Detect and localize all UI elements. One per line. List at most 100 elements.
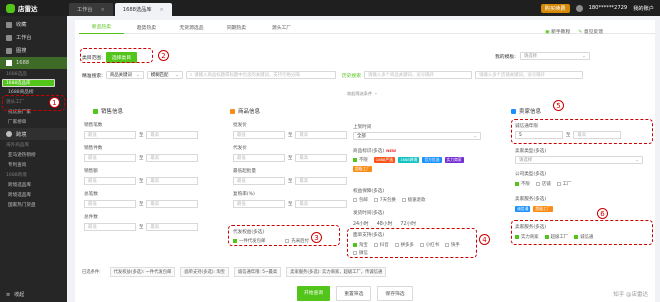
tag-yanxuan[interactable]: 1688严选 bbox=[373, 157, 396, 163]
sales-field-max-input[interactable]: 最高 bbox=[146, 200, 199, 208]
option-free-ship[interactable]: 包邮 bbox=[353, 197, 368, 203]
tag-strength[interactable]: 实力商家 bbox=[444, 157, 464, 163]
selected-chip[interactable]: 卖家服务(多选): 实力商家，超级工厂，传诚信通 bbox=[286, 267, 387, 277]
product-icon bbox=[230, 108, 235, 114]
sidebar-item-label: 图搜 bbox=[16, 48, 27, 54]
tag-official[interactable]: 官方优选 bbox=[422, 157, 442, 163]
selected-chip[interactable]: 代发权益(多选): 一件代发包邮 bbox=[109, 267, 176, 277]
sales-field-max-input[interactable]: 最高 bbox=[146, 177, 199, 185]
sidebar-item-factory-rank[interactable]: 厂家榜单 bbox=[0, 117, 67, 127]
sidebar-collapse[interactable]: ≡ 收起 bbox=[6, 291, 25, 299]
product-field-min-input[interactable]: 最低 bbox=[233, 200, 285, 208]
option-refund[interactable]: 极速退款 bbox=[401, 197, 425, 203]
reset-button[interactable]: 重置筛选 bbox=[336, 286, 372, 301]
sidebar-item-kj-library[interactable]: 跨境选品库 bbox=[0, 180, 67, 190]
tag-kuajing[interactable]: 1688跨境 bbox=[398, 157, 420, 163]
sidebar-item-amazon[interactable]: 亚马逊热销榜 bbox=[0, 150, 67, 160]
shelf-time-select[interactable]: 全部 ⌄ bbox=[353, 132, 481, 140]
chevron-down-icon: ⌄ bbox=[473, 133, 477, 139]
newbie-link[interactable]: ▣ 新手教程 bbox=[545, 28, 570, 35]
product-field-max-input[interactable]: 最高 bbox=[295, 131, 348, 139]
tab-same-period[interactable]: 同期热卖 bbox=[214, 20, 259, 34]
sidebar-collapse-label: 收起 bbox=[14, 292, 25, 298]
tab-new-hot[interactable]: 新品热卖 bbox=[79, 20, 124, 34]
product-field-max-input[interactable]: 最高 bbox=[295, 177, 348, 185]
sidebar-item-favorites[interactable]: 收藏 bbox=[0, 18, 67, 31]
tag-option-all[interactable]: 不限 bbox=[353, 157, 368, 163]
bottom-actions: 开始查询 重置筛选 保存筛选 bbox=[297, 286, 413, 301]
seller-type-select[interactable]: 请选择 ⌄ bbox=[515, 156, 643, 164]
product-field-min-input[interactable]: 最低 bbox=[233, 177, 285, 185]
sales-field-min-input[interactable]: 最低 bbox=[84, 223, 136, 231]
close-icon[interactable]: × bbox=[160, 7, 164, 13]
sidebar-item-patent[interactable]: 专利查询 bbox=[0, 160, 67, 170]
search-input[interactable]: ⌕ 请输入商品标题或标题中包含的关键词，支持空格分隔 bbox=[185, 71, 336, 79]
product-field-range: 最低至最高 bbox=[233, 177, 348, 185]
sidebar-group-kuajing[interactable]: 跨境 bbox=[0, 128, 67, 140]
match-type-select[interactable]: 模糊匹配 ⌄ bbox=[146, 71, 183, 79]
checkbox-icon bbox=[401, 198, 406, 202]
chevron-down-icon: ⌄ bbox=[635, 157, 639, 163]
shop-keywords-input[interactable]: 请输入多个店铺关键词，逗号隔开 bbox=[475, 71, 584, 79]
tab-trend-hot[interactable]: 趋势热卖 bbox=[124, 20, 169, 34]
tab-no-source[interactable]: 无货源选品 bbox=[169, 20, 214, 34]
option-company-factory[interactable]: 工厂 bbox=[556, 181, 571, 187]
sales-field-min-input[interactable]: 最低 bbox=[84, 200, 136, 208]
collapse-filter-link[interactable]: 收起筛选条件 ⌃ bbox=[347, 91, 378, 97]
product-field-min-input[interactable]: 最低 bbox=[233, 131, 285, 139]
option-company-all[interactable]: 不限 bbox=[515, 181, 530, 187]
option-7day[interactable]: 7天包换 bbox=[373, 197, 396, 203]
tab-1688-library[interactable]: 1688选品库 × bbox=[114, 3, 172, 16]
sales-field-max-input[interactable]: 最高 bbox=[146, 154, 199, 162]
tab-workbench[interactable]: 工作台 × bbox=[69, 3, 113, 16]
save-button[interactable]: 保存筛选 bbox=[377, 286, 413, 301]
keyword-type-value: 商品关键词 bbox=[109, 73, 132, 78]
feedback-link[interactable]: ✎ 意见反馈 bbox=[578, 28, 603, 35]
history-search-link[interactable]: 历史搜索 bbox=[342, 72, 361, 79]
ship-72h[interactable]: 72小时 bbox=[400, 220, 416, 227]
shop-keywords-placeholder: 请输入多个店铺关键词，逗号隔开 bbox=[479, 73, 545, 78]
sidebar-item-image-search[interactable]: 图搜 bbox=[0, 44, 67, 57]
ship-24h[interactable]: 24小时 bbox=[353, 220, 369, 227]
sales-field-min-input[interactable]: 最低 bbox=[84, 154, 136, 162]
sidebar-item-1688-library[interactable]: 1688选品库 bbox=[2, 79, 55, 87]
tag-super-factory[interactable]: 超级工厂 bbox=[353, 166, 373, 172]
seller-service-label: 卖家服务(多选) bbox=[515, 197, 547, 202]
tab-source-factory[interactable]: 源头工厂 bbox=[259, 20, 304, 34]
checkbox-icon bbox=[515, 182, 519, 186]
product-field-max-input[interactable]: 最高 bbox=[295, 200, 348, 208]
selected-chip[interactable]: 诚信通年限: 5~最高 bbox=[233, 267, 282, 277]
user-phone[interactable]: 180******2729 bbox=[589, 5, 628, 11]
sales-field-max-input[interactable]: 最高 bbox=[146, 131, 199, 139]
range-separator: 至 bbox=[139, 133, 144, 138]
product-field-min-input[interactable]: 最低 bbox=[233, 154, 285, 162]
user-menu[interactable]: 我的账户 bbox=[633, 5, 654, 12]
top-bar: 店雷达 工作台 × 1688选品库 × 购买续费 180******2729 我… bbox=[0, 0, 660, 16]
annotation-circle-4: 4 bbox=[479, 234, 490, 245]
keyword-type-select[interactable]: 商品关键词 ⌄ bbox=[105, 71, 144, 79]
template-select[interactable]: 请选择 ⌄ bbox=[519, 52, 590, 60]
badge-super-factory[interactable]: 超级工厂 bbox=[533, 206, 553, 212]
badge-credit[interactable]: 诚信通 bbox=[515, 206, 531, 212]
sidebar-group-1688[interactable]: 1688 bbox=[0, 57, 67, 69]
close-icon[interactable]: × bbox=[101, 7, 105, 13]
selected-chip[interactable]: 面单支持(多选): 淘宝 bbox=[180, 267, 229, 277]
sidebar-group-label: 跨境 bbox=[16, 131, 27, 138]
keywords-input[interactable]: 请输入多个商品关键词，逗号隔开 bbox=[364, 71, 473, 79]
sidebar-item-kj-library-2[interactable]: 跨境选品库 bbox=[0, 190, 67, 200]
logo-icon bbox=[6, 3, 15, 13]
range-separator: 至 bbox=[288, 179, 293, 184]
product-field-max-input[interactable]: 最高 bbox=[295, 154, 348, 162]
sidebar-item-country-hot[interactable]: 国家热门货盘 bbox=[0, 200, 67, 210]
option-company-shop[interactable]: 店铺 bbox=[535, 181, 551, 187]
ship-48h[interactable]: 48小时 bbox=[377, 220, 393, 227]
search-button[interactable]: 开始查询 bbox=[297, 286, 331, 301]
sales-field-max-input[interactable]: 最高 bbox=[146, 223, 199, 231]
sales-field-min-input[interactable]: 最低 bbox=[84, 177, 136, 185]
vip-button[interactable]: 购买续费 bbox=[540, 3, 570, 13]
sales-field-min-input[interactable]: 最低 bbox=[84, 131, 136, 139]
checkbox-icon bbox=[535, 182, 540, 186]
app-logo[interactable]: 店雷达 bbox=[0, 0, 67, 16]
sidebar-item-workbench[interactable]: 工作台 bbox=[0, 31, 67, 44]
user-avatar[interactable] bbox=[575, 4, 583, 12]
